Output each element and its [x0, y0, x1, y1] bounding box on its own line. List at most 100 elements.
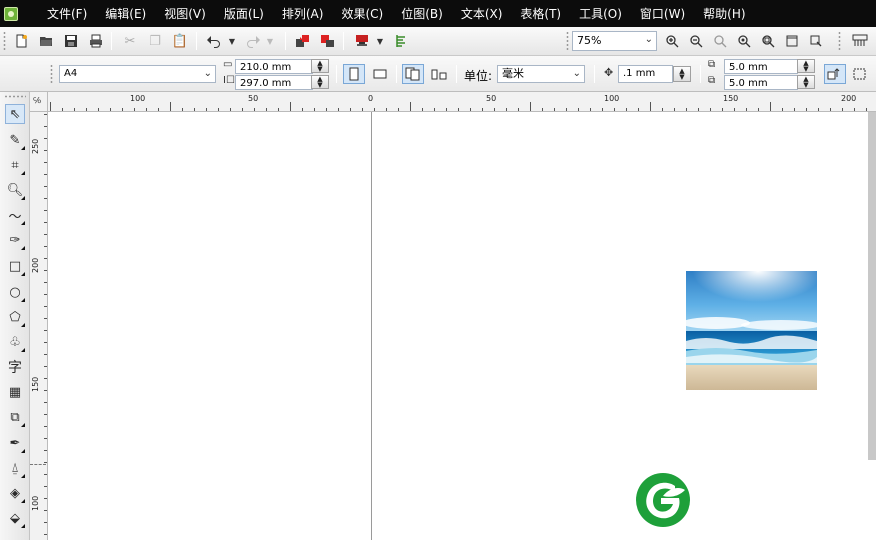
open-button[interactable] [36, 32, 56, 50]
page-width-stepper[interactable]: ▲ ▼ [311, 59, 329, 73]
duplicate-y-field[interactable]: 5.0 mm [724, 75, 798, 90]
ruler-tick [44, 114, 47, 115]
cut-button[interactable]: ✂ [120, 32, 140, 50]
draw-bounding-box-button[interactable] [849, 64, 871, 84]
menu-text[interactable]: 文本(X) [461, 5, 503, 22]
all-pages-button[interactable] [402, 64, 424, 84]
ruler-origin[interactable]: ℅ [30, 92, 48, 112]
shape-tool[interactable]: ✎ [5, 130, 25, 150]
ellipse-tool[interactable]: ○ [5, 282, 25, 302]
application-launcher-button[interactable] [352, 32, 372, 50]
vertical-ruler[interactable]: 250 200 150 100 [30, 112, 48, 540]
duplicate-y-stepper[interactable]: ▲ ▼ [797, 75, 815, 89]
zoom-selected-button[interactable] [710, 32, 730, 50]
ruler-tick [44, 498, 47, 499]
launcher-dropdown[interactable]: ▼ [374, 32, 386, 50]
table-tool[interactable]: ▦ [5, 382, 25, 402]
nudge-value: .1 mm [623, 68, 656, 79]
save-button[interactable] [61, 32, 81, 50]
page-width-field[interactable]: 210.0 mm [235, 59, 313, 74]
horizontal-ruler[interactable]: 100 50 0 50 100 150 200 [48, 92, 876, 112]
menu-file[interactable]: 文件(F) [47, 5, 87, 22]
beach-bitmap[interactable] [686, 271, 817, 390]
interactive-blend-tool[interactable]: ⧉ [5, 407, 25, 427]
unit-select[interactable]: 毫米 ⌄ [497, 65, 585, 83]
menu-edit[interactable]: 编辑(E) [105, 5, 146, 22]
ruler-tick [206, 108, 207, 111]
import-button[interactable] [293, 32, 313, 50]
ruler-tick [44, 174, 47, 175]
toolbar-grip[interactable] [566, 31, 569, 51]
redo-dropdown[interactable]: ▼ [264, 32, 276, 50]
menu-bitmaps[interactable]: 位图(B) [401, 5, 443, 22]
interactive-fill-tool[interactable]: ⬙ [5, 508, 25, 528]
ruler-tick [44, 462, 47, 463]
menu-arrange[interactable]: 排列(A) [282, 5, 324, 22]
eyedropper-tool[interactable]: ✒ [5, 433, 25, 453]
toolbar-grip[interactable] [838, 31, 841, 51]
green-leaf-logo-icon [636, 473, 690, 527]
page-height-stepper[interactable]: ▲ ▼ [311, 75, 329, 89]
treat-as-filled-icon [827, 68, 840, 80]
redo-button[interactable] [243, 32, 263, 50]
spin-down-icon: ▼ [679, 73, 685, 81]
nudge-distance-field[interactable]: .1 mm [618, 65, 673, 83]
basic-shapes-tool[interactable]: ♧ [5, 332, 25, 352]
app-icon[interactable] [4, 6, 18, 21]
zoom-level-select[interactable]: 75% ⌄ [572, 31, 657, 51]
menu-view[interactable]: 视图(V) [164, 5, 206, 22]
portrait-button[interactable] [343, 64, 365, 84]
options-button[interactable] [850, 32, 870, 50]
ruler-tick [590, 108, 591, 111]
drawing-canvas[interactable] [30, 112, 876, 540]
menu-window[interactable]: 窗口(W) [640, 5, 685, 22]
outline-tool[interactable]: ⍙ [5, 458, 25, 478]
menu-effects[interactable]: 效果(C) [341, 5, 383, 22]
rectangle-tool[interactable]: □ [5, 256, 25, 276]
zoom-page-button[interactable] [758, 32, 778, 50]
zoom-page-width-button[interactable] [782, 32, 802, 50]
text-tool[interactable]: 字 [5, 357, 25, 377]
toolbar-grip[interactable] [3, 31, 6, 51]
smart-fill-tool[interactable]: ✑ [5, 230, 25, 250]
beach-image [686, 271, 817, 390]
new-document-button[interactable] [11, 32, 31, 50]
duplicate-x-field[interactable]: 5.0 mm [724, 59, 798, 74]
zoom-all-objects-button[interactable] [734, 32, 754, 50]
undo-dropdown[interactable]: ▼ [226, 32, 238, 50]
paper-size-select[interactable]: A4 ⌄ [59, 65, 216, 83]
welcome-screen-button[interactable] [391, 32, 411, 50]
menu-table[interactable]: 表格(T) [520, 5, 561, 22]
current-page-button[interactable] [428, 64, 450, 84]
toolbar-grip[interactable] [50, 64, 53, 84]
duplicate-x-stepper[interactable]: ▲ ▼ [797, 59, 815, 73]
zoom-out-button[interactable] [686, 32, 706, 50]
treat-as-filled-button[interactable] [824, 64, 846, 84]
menu-tools[interactable]: 工具(O) [579, 5, 622, 22]
print-button[interactable] [86, 32, 106, 50]
ruler-v-label: 100 [31, 495, 40, 511]
paste-button[interactable]: 📋 [170, 32, 190, 50]
polygon-tool[interactable]: ⬠ [5, 307, 25, 327]
undo-button[interactable] [204, 32, 224, 50]
export-button[interactable] [318, 32, 338, 50]
rectangle-tool-icon: □ [8, 258, 22, 274]
zoom-in-button[interactable] [662, 32, 682, 50]
page-height-field[interactable]: 297.0 mm [235, 75, 313, 90]
zoom-tool[interactable]: 🔍︎ [5, 180, 25, 200]
pick-tool[interactable]: ⇖ [5, 104, 25, 124]
ruler-tick [518, 108, 519, 111]
interactive-blend-tool-icon: ⧉ [10, 409, 20, 425]
zoom-page-height-button[interactable] [806, 32, 826, 50]
freehand-tool[interactable]: 〜 [5, 205, 25, 225]
ruler-tick [614, 108, 615, 111]
landscape-button[interactable] [369, 64, 391, 84]
copy-button[interactable]: ❐ [145, 32, 165, 50]
menu-layout[interactable]: 版面(L) [224, 5, 264, 22]
crop-tool[interactable]: ⌗ [5, 155, 25, 175]
nudge-stepper[interactable]: ▲ ▼ [673, 66, 691, 82]
toolbox-grip[interactable] [4, 95, 26, 98]
fill-tool[interactable]: ◈ [5, 483, 25, 503]
menu-help[interactable]: 帮助(H) [703, 5, 745, 22]
ruler-h-label: 50 [486, 94, 497, 103]
